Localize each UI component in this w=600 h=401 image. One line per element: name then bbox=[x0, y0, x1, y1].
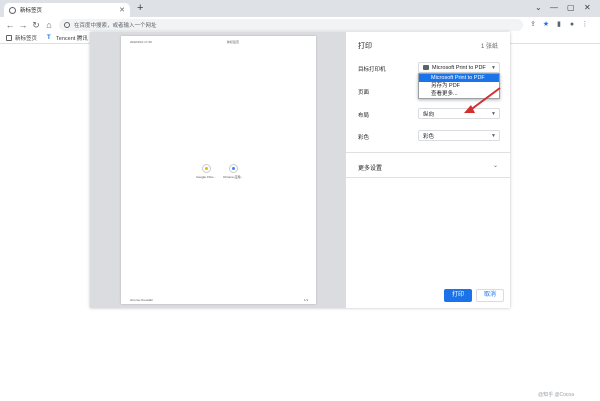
bookmark-label: Tencent 腾讯 bbox=[56, 36, 88, 42]
chrome-icon bbox=[201, 164, 211, 173]
chevron-down-icon: ▼ bbox=[491, 133, 496, 139]
tab-title: 新标签页 bbox=[20, 8, 43, 14]
tencent-icon: T bbox=[47, 35, 51, 41]
print-settings-panel: 打印 1 张纸 目标打印机 Microsoft Print to PDF ▼ M… bbox=[346, 32, 510, 308]
window-close-button[interactable]: ✕ bbox=[584, 2, 591, 14]
new-tab-favicon-icon bbox=[9, 6, 16, 14]
tab-search-chevron-icon[interactable]: ⌄ bbox=[535, 2, 542, 14]
print-preview-area: 2022/4/10 17:30 新标签页 Google Chro... Chro… bbox=[90, 32, 346, 308]
preview-header-date: 2022/4/10 17:30 bbox=[130, 40, 152, 44]
bookmark-tencent[interactable]: T Tencent 腾讯 bbox=[47, 34, 88, 42]
bookmark-label: 新标签页 bbox=[15, 36, 38, 42]
chevron-down-icon: ▼ bbox=[491, 111, 496, 117]
minimize-button[interactable]: — bbox=[550, 2, 558, 14]
printer-icon bbox=[423, 65, 429, 70]
print-title: 打印 bbox=[358, 43, 372, 50]
destination-option[interactable]: Microsoft Print to PDF bbox=[419, 74, 499, 82]
tab-new-tab[interactable]: 新标签页 ✕ bbox=[4, 3, 130, 17]
preview-header-title: 新标签页 bbox=[227, 40, 240, 44]
tab-close-icon[interactable]: ✕ bbox=[119, 6, 125, 14]
watermark: @知乎 @Cocoa bbox=[538, 392, 574, 398]
print-preview-page: 2022/4/10 17:30 新标签页 Google Chro... Chro… bbox=[121, 36, 316, 304]
print-dialog: 2022/4/10 17:30 新标签页 Google Chro... Chro… bbox=[90, 32, 510, 308]
destination-label: 目标打印机 bbox=[358, 67, 386, 73]
destination-option[interactable]: 另存为 PDF bbox=[419, 82, 499, 90]
apps-icon bbox=[228, 164, 238, 173]
address-bar[interactable]: 在百度中搜索，或者输入一个网址 bbox=[59, 19, 523, 31]
sheet-count: 1 张纸 bbox=[480, 44, 498, 50]
divider bbox=[346, 152, 510, 153]
destination-option[interactable]: 查看更多... bbox=[419, 90, 499, 98]
menu-icon[interactable]: ⋮ bbox=[580, 17, 590, 33]
destination-dropdown: Microsoft Print to PDF 另存为 PDF 查看更多... bbox=[418, 73, 500, 99]
layout-select[interactable]: 纵向 ▼ bbox=[418, 108, 500, 119]
bookmark-new-tab[interactable]: 新标签页 bbox=[6, 34, 37, 42]
preview-footer-page: 1/1 bbox=[304, 298, 309, 302]
tab-bar: 新标签页 ✕ + ⌄ — ▢ ✕ bbox=[0, 0, 600, 17]
star-icon[interactable]: ★ bbox=[541, 17, 551, 33]
divider bbox=[346, 177, 510, 178]
chevron-down-icon: ▼ bbox=[491, 65, 496, 71]
chevron-down-icon[interactable]: ⌄ bbox=[493, 162, 498, 169]
search-engine-icon bbox=[64, 22, 70, 28]
color-select[interactable]: 彩色 ▼ bbox=[418, 130, 500, 141]
tile-label: Google Chro... bbox=[196, 175, 216, 179]
print-button[interactable]: 打印 bbox=[444, 289, 472, 302]
address-bar-placeholder: 在百度中搜索，或者输入一个网址 bbox=[74, 23, 157, 29]
sidepanel-icon[interactable]: ▮ bbox=[554, 17, 564, 33]
browser-toolbar: ← → ↻ ⌂ 在百度中搜索，或者输入一个网址 bbox=[0, 17, 600, 33]
layout-label: 布局 bbox=[358, 113, 370, 119]
new-tab-button[interactable]: + bbox=[137, 2, 143, 15]
cancel-button[interactable]: 取消 bbox=[476, 289, 504, 302]
color-value: 彩色 bbox=[423, 133, 435, 140]
pages-label: 页面 bbox=[358, 90, 370, 96]
preview-tile: Chrome 应用... bbox=[221, 164, 245, 179]
layout-value: 纵向 bbox=[423, 111, 435, 118]
forward-button[interactable]: → bbox=[17, 17, 29, 33]
color-label: 彩色 bbox=[358, 135, 370, 141]
preview-tile: Google Chro... bbox=[194, 164, 218, 179]
back-button[interactable]: ← bbox=[4, 17, 16, 33]
more-settings-toggle[interactable]: 更多设置 bbox=[358, 163, 382, 172]
share-icon[interactable]: ⇪ bbox=[528, 17, 538, 33]
grid-icon bbox=[6, 35, 12, 41]
tile-label: Chrome 应用... bbox=[222, 175, 243, 179]
profile-icon[interactable]: ● bbox=[567, 17, 577, 33]
destination-value: Microsoft Print to PDF bbox=[432, 64, 486, 71]
maximize-button[interactable]: ▢ bbox=[567, 2, 575, 14]
preview-footer-url: chrome://newtab/ bbox=[130, 298, 154, 302]
home-button[interactable]: ⌂ bbox=[43, 17, 55, 33]
reload-button[interactable]: ↻ bbox=[30, 17, 42, 33]
destination-select[interactable]: Microsoft Print to PDF ▼ bbox=[418, 62, 500, 73]
